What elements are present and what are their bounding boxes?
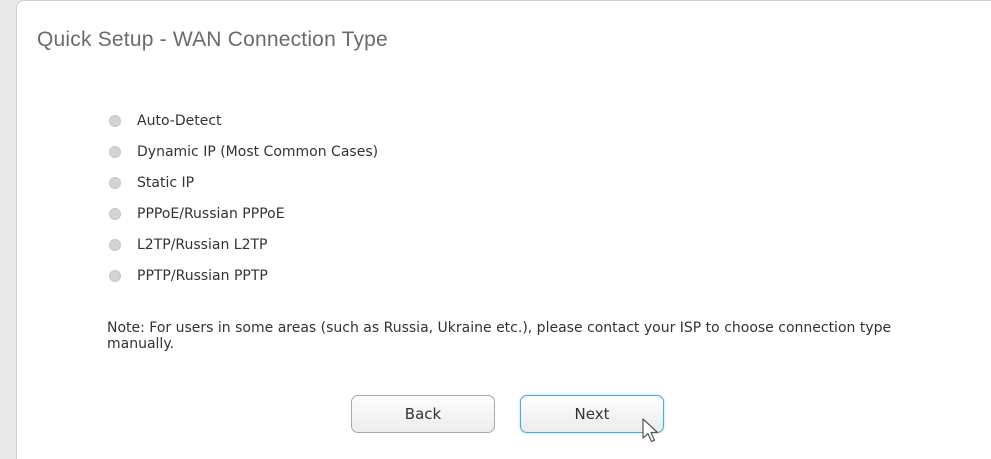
option-auto-detect[interactable]: Auto-Detect [109,105,378,136]
option-label: PPTP/Russian PPTP [137,267,268,284]
quick-setup-panel: Quick Setup - WAN Connection Type Auto-D… [16,0,991,459]
option-pptp[interactable]: PPTP/Russian PPTP [109,260,378,291]
radio-button[interactable] [109,238,121,251]
mouse-pointer-icon [642,418,659,443]
option-label: L2TP/Russian L2TP [137,236,268,253]
radio-button[interactable] [109,176,121,189]
radio-button[interactable] [109,114,121,127]
connection-type-options: Auto-Detect Dynamic IP (Most Common Case… [109,105,378,291]
option-label: Dynamic IP (Most Common Cases) [137,143,379,160]
option-l2tp[interactable]: L2TP/Russian L2TP [109,229,378,260]
radio-button[interactable] [109,269,121,282]
option-label: PPPoE/Russian PPPoE [137,205,285,222]
radio-button[interactable] [109,207,121,220]
option-static-ip[interactable]: Static IP [109,167,378,198]
option-label: Auto-Detect [137,112,222,129]
option-dynamic-ip[interactable]: Dynamic IP (Most Common Cases) [109,136,378,167]
radio-button[interactable] [109,145,121,158]
page-title: Quick Setup - WAN Connection Type [37,28,388,51]
note-text: Note: For users in some areas (such as R… [107,320,937,352]
note-prefix: Note: [107,320,145,336]
option-label: Static IP [137,174,195,191]
back-button[interactable]: Back [351,395,495,433]
option-pppoe[interactable]: PPPoE/Russian PPPoE [109,198,378,229]
note-body: For users in some areas (such as Russia,… [107,320,892,352]
